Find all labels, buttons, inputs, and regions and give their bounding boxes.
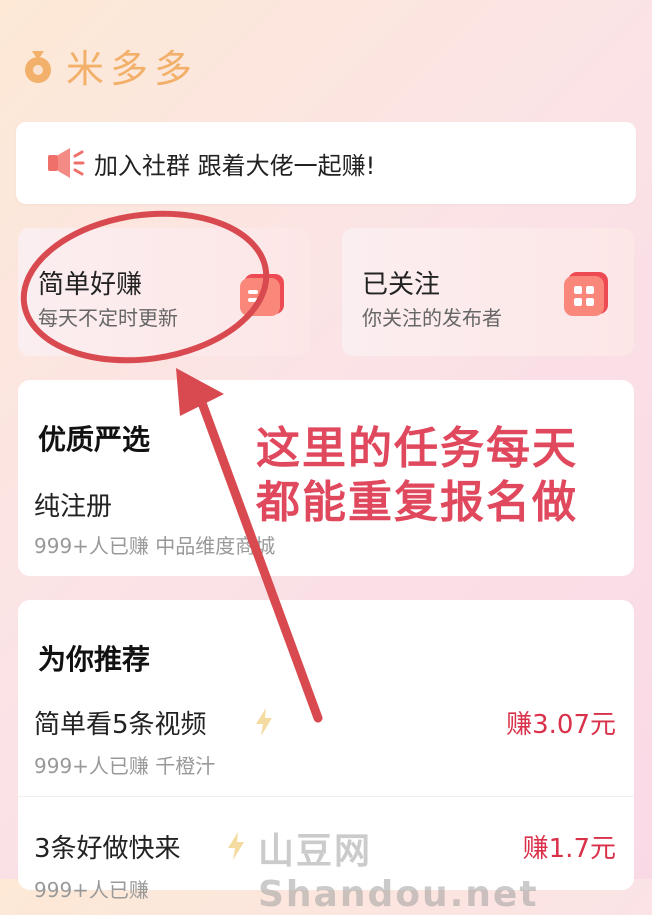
task-icon [240,274,284,316]
divider [18,796,634,797]
following-card[interactable]: 已关注 你关注的发布者 [342,228,634,356]
money-bag-icon [25,51,51,83]
megaphone-icon [48,148,85,178]
featured-section: 优质严选 纯注册 999+人已赚 中品维度商城 [18,380,634,576]
section-title: 优质严选 [38,423,151,456]
app-header: 米多多 [18,40,199,91]
reward-amount: 赚3.07元 [506,710,616,740]
app-title: 米多多 [66,46,199,91]
item-title: 纯注册 [34,492,113,522]
item-meta: 999+人已赚 千橙汁 [34,754,216,778]
item-meta: 999+人已赚 [34,878,149,902]
section-title: 为你推荐 [38,643,151,676]
join-community-banner[interactable]: 加入社群 跟着大佬一起赚! [16,122,636,204]
easy-earn-card[interactable]: 简单好赚 每天不定时更新 [18,228,310,356]
item-title: 简单看5条视频 [34,710,207,740]
lightning-icon [256,708,272,736]
recommend-section: 为你推荐 简单看5条视频 999+人已赚 千橙汁 赚3.07元 3条好做快来 9… [18,600,634,902]
banner-text: 加入社群 跟着大佬一起赚! [94,151,376,180]
card-title: 简单好赚 [38,270,143,300]
card-subtitle: 每天不定时更新 [38,306,178,330]
card-subtitle: 你关注的发布者 [362,306,502,330]
item-title: 3条好做快来 [34,834,181,864]
card-title: 已关注 [362,270,441,300]
grid-icon [564,272,608,316]
reward-amount: 赚1.7元 [522,834,616,864]
item-meta: 999+人已赚 中品维度商城 [34,534,276,558]
lightning-icon [228,832,244,860]
